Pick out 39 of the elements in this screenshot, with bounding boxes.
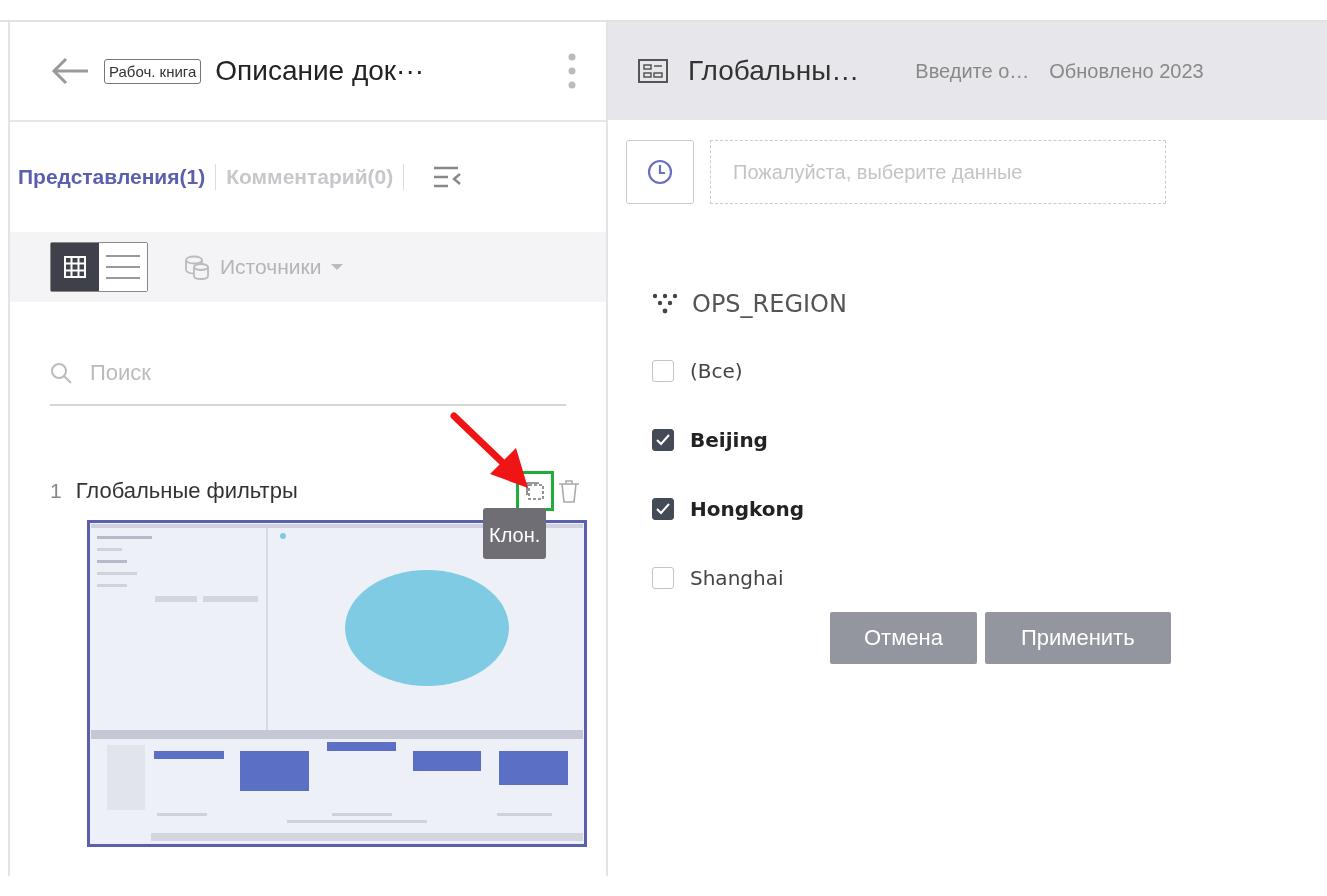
view-thumbnail-drawing[interactable] [87, 520, 587, 847]
clock-icon [647, 159, 673, 185]
view-title: Глобальны… [688, 55, 860, 87]
trash-icon [558, 479, 580, 503]
back-arrow-icon[interactable] [50, 56, 90, 86]
filter-option[interactable]: Hongkong [652, 474, 805, 543]
filter-option[interactable]: Beijing [652, 405, 768, 474]
filter-option[interactable]: Shanghai [652, 543, 784, 612]
grid-icon [64, 256, 86, 278]
checkbox[interactable] [652, 428, 674, 451]
filter-option[interactable]: (Все) [652, 336, 743, 405]
apply-button[interactable]: Применить [984, 612, 1171, 664]
view-title[interactable]: Глобальные фильтры [75, 478, 502, 504]
workbook-badge: Рабоч. книга [104, 58, 202, 84]
view-number: 1 [50, 479, 62, 503]
workbook-title: Описание док··· [215, 55, 426, 87]
updated-date: Обновлено 2023 [1049, 59, 1204, 83]
search-field[interactable]: Поиск [88, 359, 566, 387]
check-icon [656, 433, 670, 446]
list-icon [106, 254, 140, 280]
checkbox[interactable] [652, 497, 674, 520]
description-field[interactable]: Введите о… [915, 59, 1030, 83]
database-icon [184, 254, 210, 280]
delete-button[interactable] [558, 479, 580, 503]
more-icon[interactable] [568, 53, 576, 89]
filter-title: OPS_REGION [692, 290, 847, 318]
clone-icon [525, 481, 545, 501]
collapse-panel-icon[interactable] [432, 165, 463, 189]
time-button[interactable] [626, 140, 694, 204]
filter-icon [652, 293, 678, 315]
caret-icon [331, 263, 344, 271]
dashboard-icon [638, 59, 668, 83]
tab[interactable]: Представления(1) [16, 165, 216, 189]
tooltip: Клон. [483, 508, 547, 559]
cancel-button[interactable]: Отмена [830, 612, 977, 664]
grid-view-button[interactable] [51, 243, 99, 291]
check-icon [656, 502, 670, 515]
search-icon [50, 362, 72, 384]
date-field[interactable]: Пожалуйста, выберите данные [710, 140, 1166, 204]
